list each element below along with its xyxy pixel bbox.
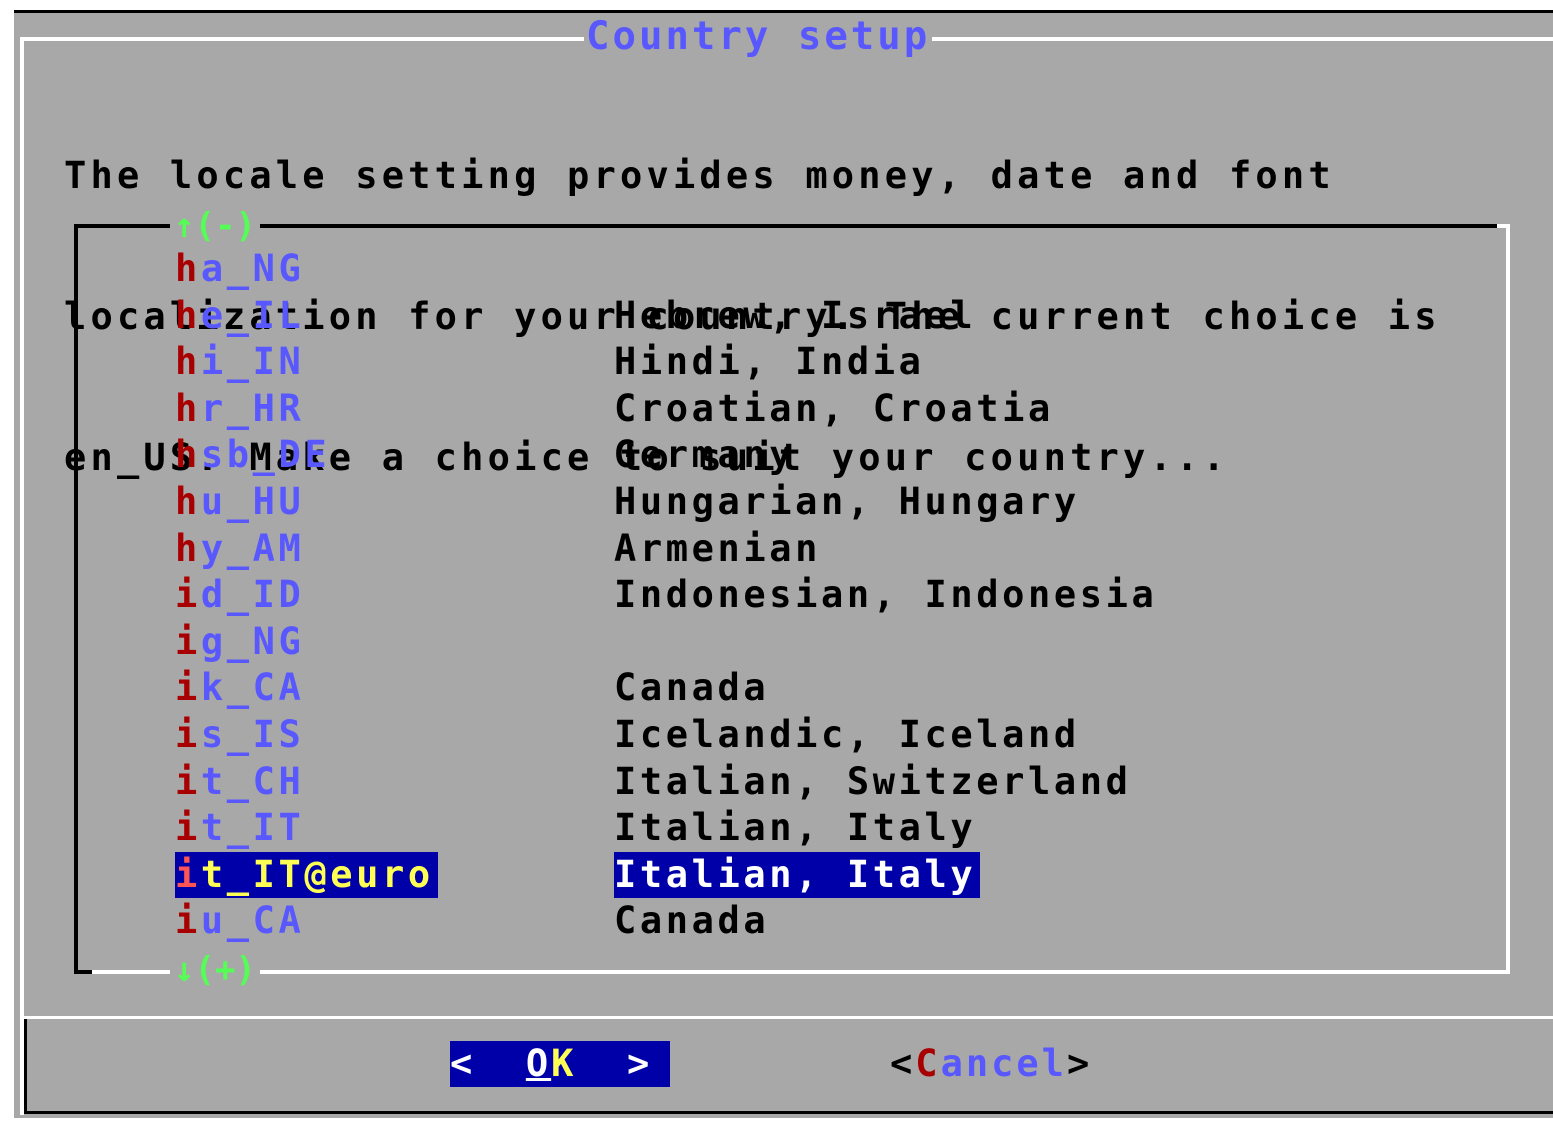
locale-code-rest: d_ID [200,573,305,616]
locale-description: Hebrew, Israel [614,294,977,337]
locale-code-rest: r_HR [200,387,305,430]
locale-description: Indonesian, Indonesia [614,573,1158,616]
locale-list-item[interactable]: is_IS Icelandic, Iceland [0,712,1553,759]
cancel-button-left-bracket: < [890,1042,916,1085]
locale-code-rest: e_IL [200,294,305,337]
listbox-border-top [74,224,1497,228]
locale-code-rest: a_NG [200,247,305,290]
locale-code: it_IT [175,805,304,851]
locale-code: it_CH [175,759,304,805]
locale-code-hotkey: h [175,480,201,523]
locale-list-item[interactable]: hr_HR Croatian, Croatia [0,386,1553,433]
locale-code-hotkey: h [175,387,201,430]
locale-code-hotkey: i [175,853,201,896]
locale-code-rest: i_IN [200,340,305,383]
locale-description: Canada [614,899,770,942]
locale-code-rest: sb_DE [200,433,331,476]
locale-code: is_IS [175,712,304,758]
locale-code-rest: u_HU [200,480,305,523]
locale-code: hu_HU [175,479,304,525]
locale-code-rest: s_IS [200,713,305,756]
locale-code-rest: u_CA [200,899,305,942]
button-area-separator-top [24,1016,1553,1019]
scroll-up-indicator[interactable]: ↑(-) [170,206,260,246]
locale-description: Armenian [614,527,822,570]
locale-code: hi_IN [175,339,304,385]
ok-button-right-bracket: > [626,1042,653,1085]
locale-code: he_IL [175,293,304,339]
locale-list-item[interactable]: ig_NG [0,619,1553,666]
locale-code: ik_CA [175,665,304,711]
locale-code-hotkey: i [175,620,201,663]
cancel-button-label-rest: ancel [940,1042,1067,1085]
locale-code-hotkey: h [175,247,201,290]
locale-list-item[interactable]: hy_AM Armenian [0,526,1553,573]
locale-code: ha_NG [175,246,304,292]
listbox-border-bottom-left [74,970,92,974]
dialog-title: Country setup [584,14,933,60]
locale-code-rest: t_IT [200,806,305,849]
locale-list-item[interactable]: ik_CA Canada [0,665,1553,712]
locale-list-item[interactable]: hsb_DE Germany [0,432,1553,479]
locale-code-hotkey: h [175,527,201,570]
ok-button[interactable]: < OK > [450,1041,670,1087]
locale-description: Italian, Italy [614,852,981,898]
locale-code: hr_HR [175,386,304,432]
dialog-top-edge [14,10,1553,13]
listbox-border-bottom [92,970,1510,974]
locale-code: iu_CA [175,898,304,944]
locale-code: id_ID [175,572,304,618]
locale-description: Italian, Italy [614,806,977,849]
locale-list-item[interactable]: it_IT Italian, Italy [0,805,1553,852]
ok-button-label: OK [526,1042,577,1085]
locale-code-hotkey: i [175,713,201,756]
locale-description: Icelandic, Iceland [614,713,1080,756]
locale-description: Canada [614,666,770,709]
locale-code: hsb_DE [175,432,330,478]
locale-description: Hungarian, Hungary [614,480,1080,523]
locale-code-rest: t_CH [200,760,305,803]
locale-code-rest: y_AM [200,527,305,570]
cancel-button[interactable]: <Cancel> [890,1041,1092,1087]
locale-code: it_IT@euro [175,852,438,898]
locale-code-rest: t_IT@euro [200,853,434,896]
locale-code: hy_AM [175,526,304,572]
locale-code-hotkey: h [175,294,201,337]
locale-list-item[interactable]: id_ID Indonesian, Indonesia [0,572,1553,619]
locale-code-hotkey: i [175,666,201,709]
scroll-down-indicator[interactable]: ↓(+) [170,950,260,990]
dialog-border-bottom [24,1111,1553,1114]
locale-code-rest: k_CA [200,666,305,709]
description-line: The locale setting provides money, date … [64,154,1335,197]
locale-list-item[interactable]: it_IT@euro Italian, Italy [0,852,1553,899]
locale-list-item[interactable]: iu_CA Canada [0,898,1553,945]
locale-list-item[interactable]: it_CH Italian, Switzerland [0,759,1553,806]
locale-list-item[interactable]: hi_IN Hindi, India [0,339,1553,386]
button-area-separator-left [24,1019,27,1111]
locale-code-hotkey: i [175,806,201,849]
locale-list-item[interactable]: hu_HU Hungarian, Hungary [0,479,1553,526]
locale-description: Italian, Switzerland [614,760,1132,803]
locale-code-hotkey: i [175,899,201,942]
locale-list-item[interactable]: he_IL Hebrew, Israel [0,293,1553,340]
locale-code: ig_NG [175,619,304,665]
locale-description: Hindi, India [614,340,925,383]
locale-list-item[interactable]: ha_NG [0,246,1553,293]
locale-code-hotkey: i [175,573,201,616]
locale-code-rest: g_NG [200,620,305,663]
cancel-button-right-bracket: > [1066,1042,1093,1085]
locale-code-hotkey: h [175,340,201,383]
locale-description: Germany [614,433,796,476]
locale-code-hotkey: i [175,760,201,803]
cancel-button-hotkey: C [915,1042,941,1085]
ok-button-left-bracket: < [450,1042,476,1085]
locale-description: Croatian, Croatia [614,387,1054,430]
ok-button-hotkey: O [525,1042,552,1085]
locale-code-hotkey: h [175,433,201,476]
ok-button-label-rest: K [551,1042,577,1085]
